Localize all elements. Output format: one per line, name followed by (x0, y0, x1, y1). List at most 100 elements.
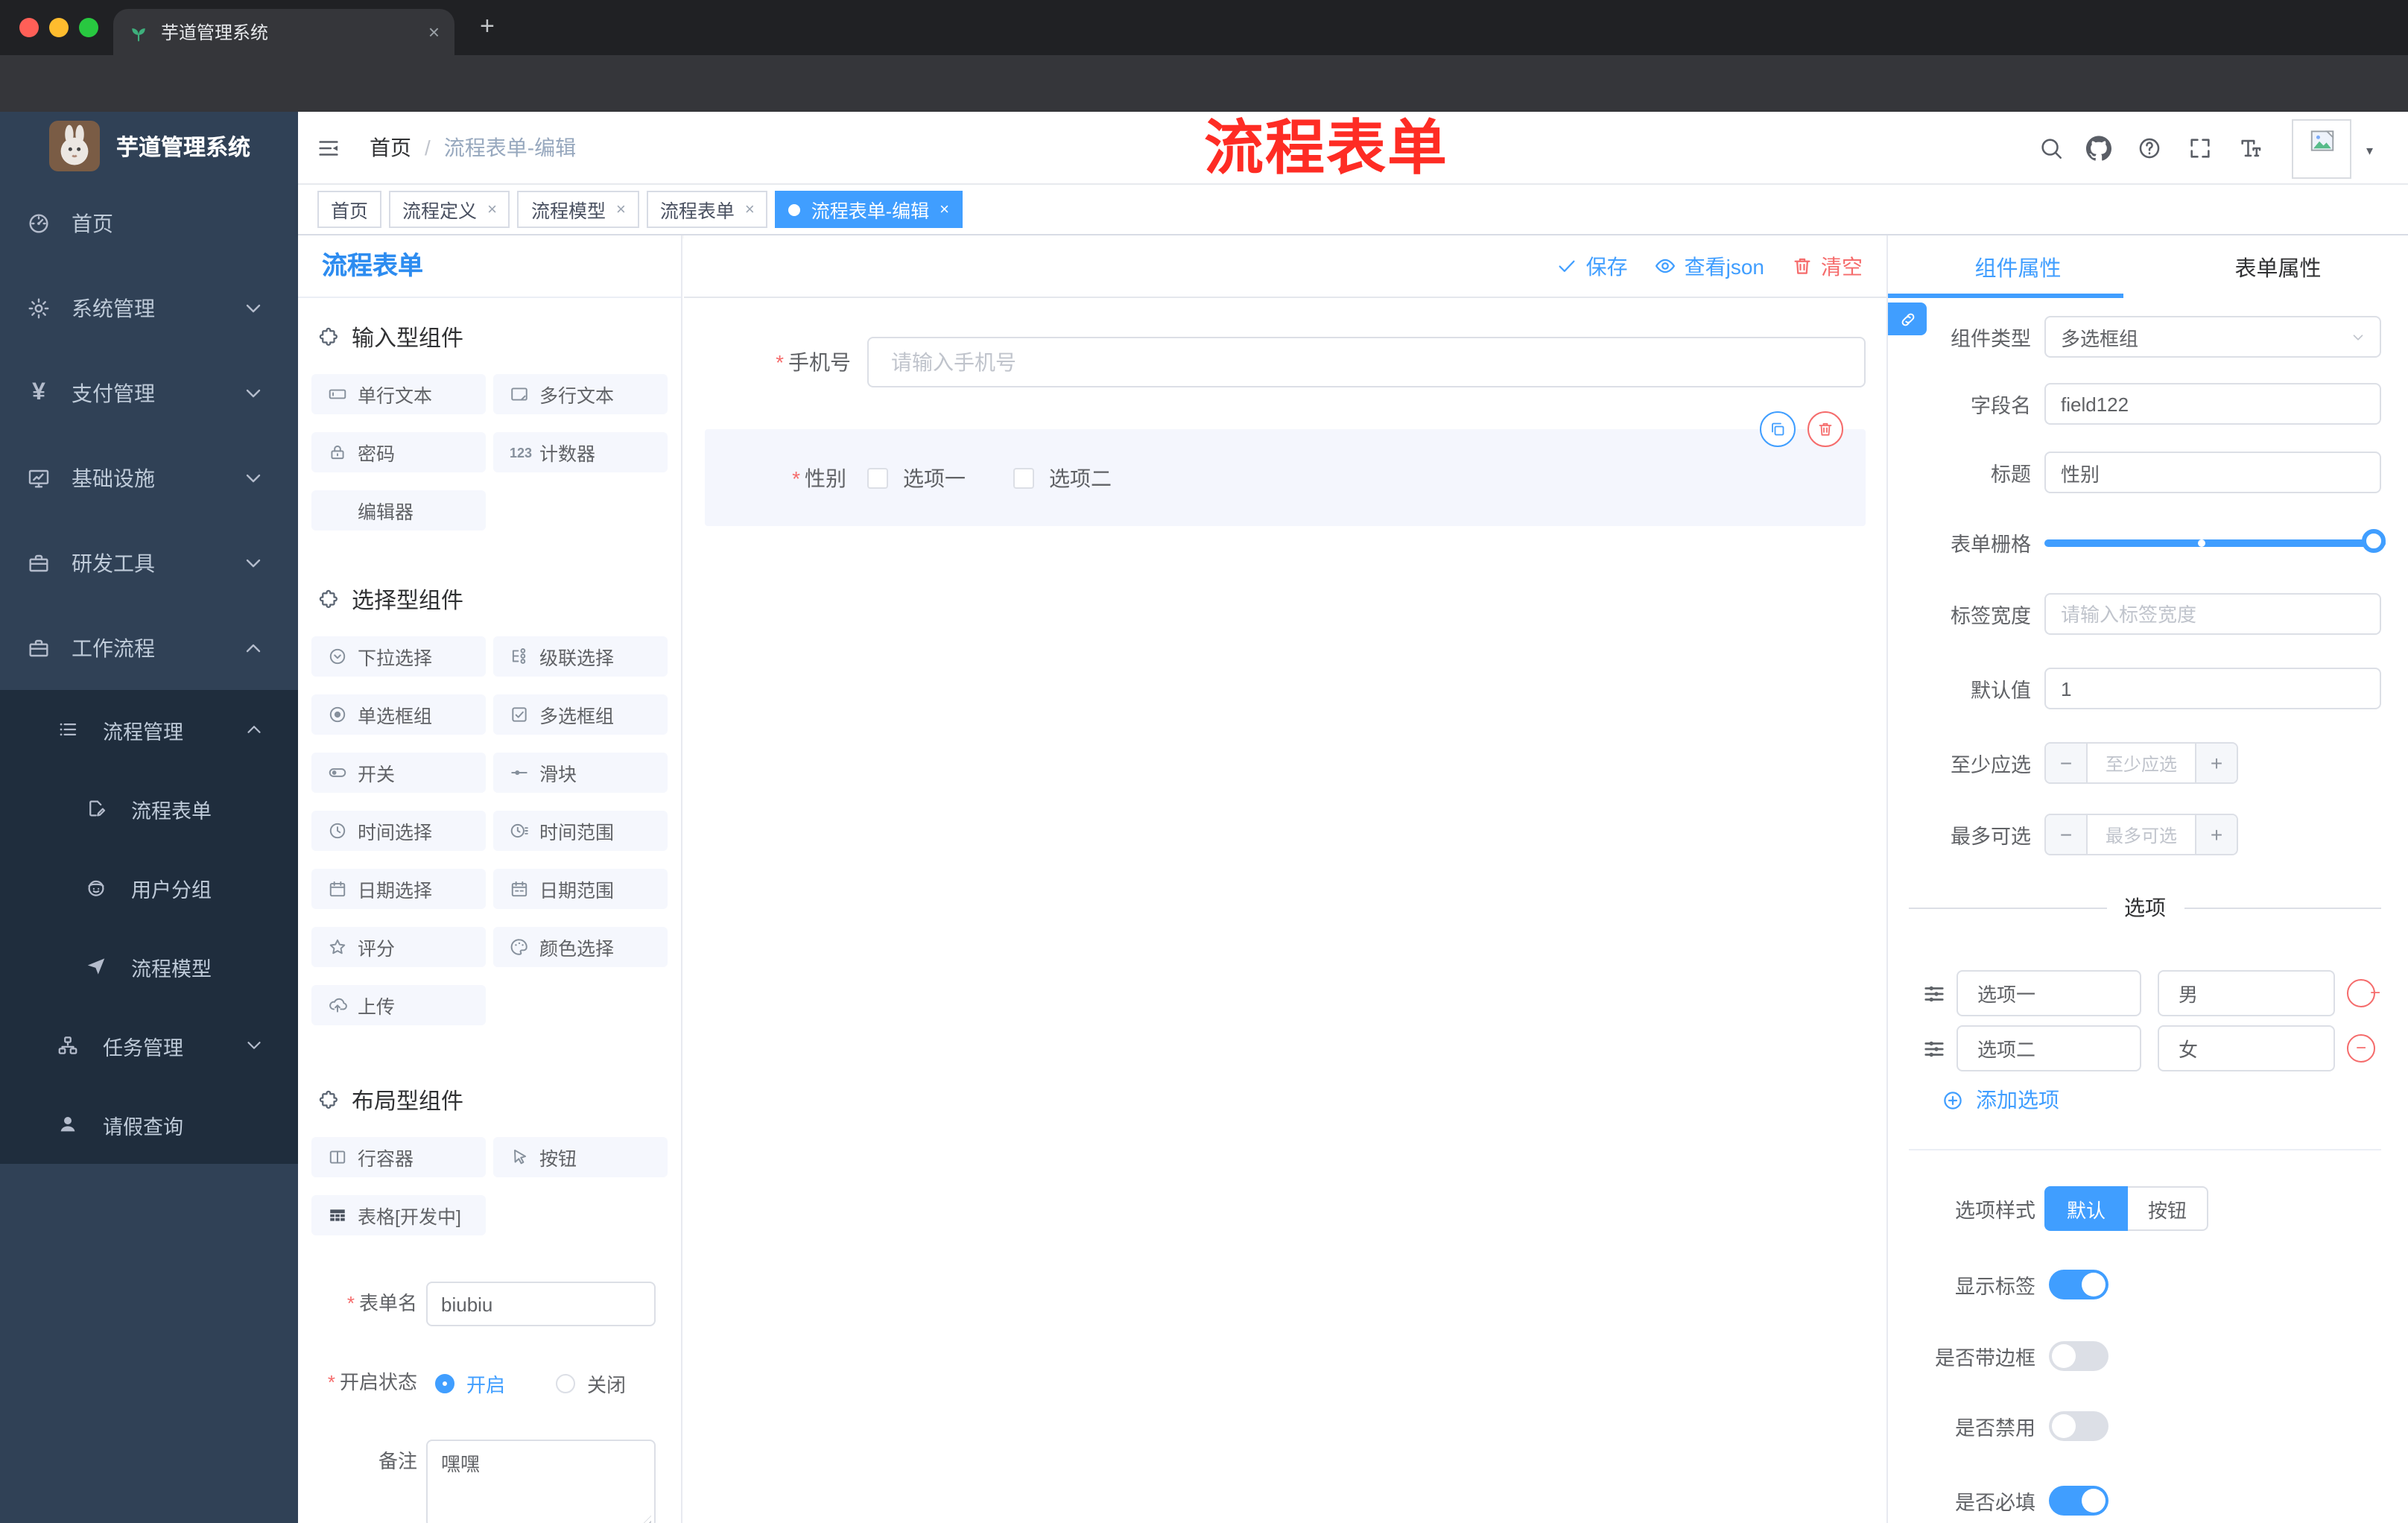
sidebar-item-leave-query[interactable]: 请假查询 (0, 1085, 298, 1164)
min-select-placeholder[interactable]: 至少应选 (2088, 744, 2195, 782)
duplicate-component-button[interactable] (1760, 411, 1796, 447)
option2-label-input[interactable] (1956, 1025, 2141, 1071)
max-select-placeholder[interactable]: 最多可选 (2088, 815, 2195, 854)
tag-close-icon[interactable]: × (745, 200, 755, 218)
drag-handle-icon[interactable] (1921, 1035, 1948, 1062)
show-label-switch[interactable] (2049, 1270, 2108, 1299)
browser-tab[interactable]: 芋道管理系统 × (113, 9, 454, 55)
option1-label-input[interactable] (1956, 970, 2141, 1016)
component-chip-slider[interactable]: 滑块 (493, 753, 668, 793)
tab-close-icon[interactable]: × (428, 21, 440, 43)
sidebar-logo[interactable]: 芋道管理系统 (0, 112, 298, 180)
tag-process-definition[interactable]: 流程定义 × (389, 191, 510, 228)
component-chip-multi-line-text[interactable]: 多行文本 (493, 374, 668, 414)
add-option-link[interactable]: 添加选项 (1942, 1085, 2059, 1115)
search-icon[interactable] (2038, 136, 2064, 161)
radio-on-label[interactable]: 开启 (466, 1369, 505, 1397)
hamburger-collapse-icon[interactable] (316, 136, 341, 161)
component-chip-time-picker[interactable]: 时间选择 (311, 811, 486, 851)
form-name-input[interactable] (426, 1282, 656, 1326)
tab-component-props[interactable]: 组件属性 (1888, 235, 2148, 298)
stepper-plus-button[interactable]: + (2195, 744, 2237, 782)
radio-off-label[interactable]: 关闭 (587, 1369, 626, 1397)
sidebar-item-process-mgmt[interactable]: 流程管理 (0, 690, 298, 769)
sidebar-item-infra[interactable]: 基础设施 (0, 435, 298, 520)
tag-home[interactable]: 首页 (317, 191, 382, 228)
save-button[interactable]: 保存 (1556, 251, 1628, 281)
component-chip-time-range[interactable]: 时间范围 (493, 811, 668, 851)
component-chip-date-picker[interactable]: 日期选择 (311, 869, 486, 909)
field-name-input[interactable] (2046, 384, 2380, 423)
gender-checkbox-option2[interactable] (1013, 467, 1034, 488)
label-width-input[interactable] (2046, 595, 2380, 633)
phone-input[interactable] (867, 337, 1866, 387)
component-chip-single-line-text[interactable]: 单行文本 (311, 374, 486, 414)
sidebar-item-workflow[interactable]: 工作流程 (0, 605, 298, 690)
sidebar-item-process-model[interactable]: 流程模型 (0, 927, 298, 1006)
stepper-minus-button[interactable]: − (2046, 744, 2088, 782)
phone-field-row[interactable]: * 手机号 (705, 337, 1866, 387)
style-button-segment[interactable]: 按钮 (2128, 1186, 2208, 1231)
component-chip-upload[interactable]: 上传 (311, 985, 486, 1025)
stepper-plus-button[interactable]: + (2195, 815, 2237, 854)
tag-close-icon[interactable]: × (940, 200, 949, 218)
new-tab-button[interactable]: + (480, 12, 495, 42)
type-select-value[interactable] (2046, 317, 2380, 356)
user-avatar-broken-image[interactable] (2292, 119, 2351, 179)
radio-status-on[interactable] (435, 1373, 454, 1393)
component-chip-button[interactable]: 按钮 (493, 1137, 668, 1177)
tag-close-icon[interactable]: × (487, 200, 497, 218)
gender-option2-label[interactable]: 选项二 (1049, 463, 1112, 493)
traffic-light-minimize[interactable] (49, 18, 69, 37)
radio-status-off[interactable] (556, 1373, 576, 1393)
sidebar-item-home[interactable]: 首页 (0, 180, 298, 265)
fullscreen-icon[interactable] (2187, 136, 2213, 161)
gender-field-selected-block[interactable]: * 性别 选项一 选项二 (705, 411, 1866, 526)
font-size-icon[interactable] (2238, 136, 2263, 161)
component-chip-editor[interactable]: 编辑器 (311, 490, 486, 531)
type-select[interactable] (2044, 316, 2381, 358)
remove-option-button[interactable]: − (2347, 1034, 2375, 1063)
required-switch[interactable] (2049, 1486, 2108, 1516)
option1-value-input[interactable] (2158, 970, 2335, 1016)
component-chip-checkbox-group[interactable]: 多选框组 (493, 694, 668, 735)
component-chip-counter[interactable]: 123 计数器 (493, 432, 668, 472)
disabled-switch[interactable] (2049, 1411, 2108, 1441)
border-switch[interactable] (2049, 1341, 2108, 1371)
tag-process-form-edit-active[interactable]: 流程表单-编辑 × (775, 191, 963, 228)
sidebar-item-process-form[interactable]: 流程表单 (0, 769, 298, 848)
help-icon[interactable] (2137, 136, 2162, 161)
sidebar-item-payment[interactable]: ¥ 支付管理 (0, 350, 298, 435)
github-icon[interactable] (2086, 136, 2111, 161)
clear-button[interactable]: 清空 (1791, 251, 1863, 281)
option2-value-input[interactable] (2158, 1025, 2335, 1071)
gender-checkbox-option1[interactable] (867, 467, 888, 488)
delete-component-button[interactable] (1807, 411, 1843, 447)
component-chip-cascader[interactable]: 级联选择 (493, 636, 668, 677)
component-chip-date-range[interactable]: 日期范围 (493, 869, 668, 909)
title-input[interactable] (2046, 453, 2380, 492)
component-chip-color-picker[interactable]: 颜色选择 (493, 927, 668, 967)
slider-handle[interactable] (2362, 529, 2386, 553)
drag-handle-icon[interactable] (1921, 980, 1948, 1007)
avatar-caret-down-icon[interactable]: ▾ (2366, 143, 2373, 159)
slider-track[interactable] (2044, 539, 2386, 547)
view-json-button[interactable]: 查看json (1655, 251, 1764, 281)
component-chip-switch[interactable]: 开关 (311, 753, 486, 793)
tag-process-form[interactable]: 流程表单 × (646, 191, 768, 228)
component-chip-row-container[interactable]: 行容器 (311, 1137, 486, 1177)
default-value-input[interactable] (2046, 669, 2380, 708)
component-chip-radio-group[interactable]: 单选框组 (311, 694, 486, 735)
traffic-light-zoom[interactable] (79, 18, 98, 37)
sidebar-item-devtools[interactable]: 研发工具 (0, 520, 298, 605)
breadcrumb-home[interactable]: 首页 (370, 133, 411, 162)
sidebar-item-user-group[interactable]: 用户分组 (0, 848, 298, 927)
component-chip-table[interactable]: 表格[开发中] (311, 1195, 486, 1235)
style-default-segment[interactable]: 默认 (2044, 1186, 2128, 1231)
tag-close-icon[interactable]: × (616, 200, 626, 218)
remove-option-button[interactable]: − (2347, 979, 2380, 1007)
stepper-minus-button[interactable]: − (2046, 815, 2088, 854)
sidebar-item-task-mgmt[interactable]: 任务管理 (0, 1006, 298, 1085)
gender-option1-label[interactable]: 选项一 (903, 463, 966, 493)
tag-process-model[interactable]: 流程模型 × (517, 191, 639, 228)
